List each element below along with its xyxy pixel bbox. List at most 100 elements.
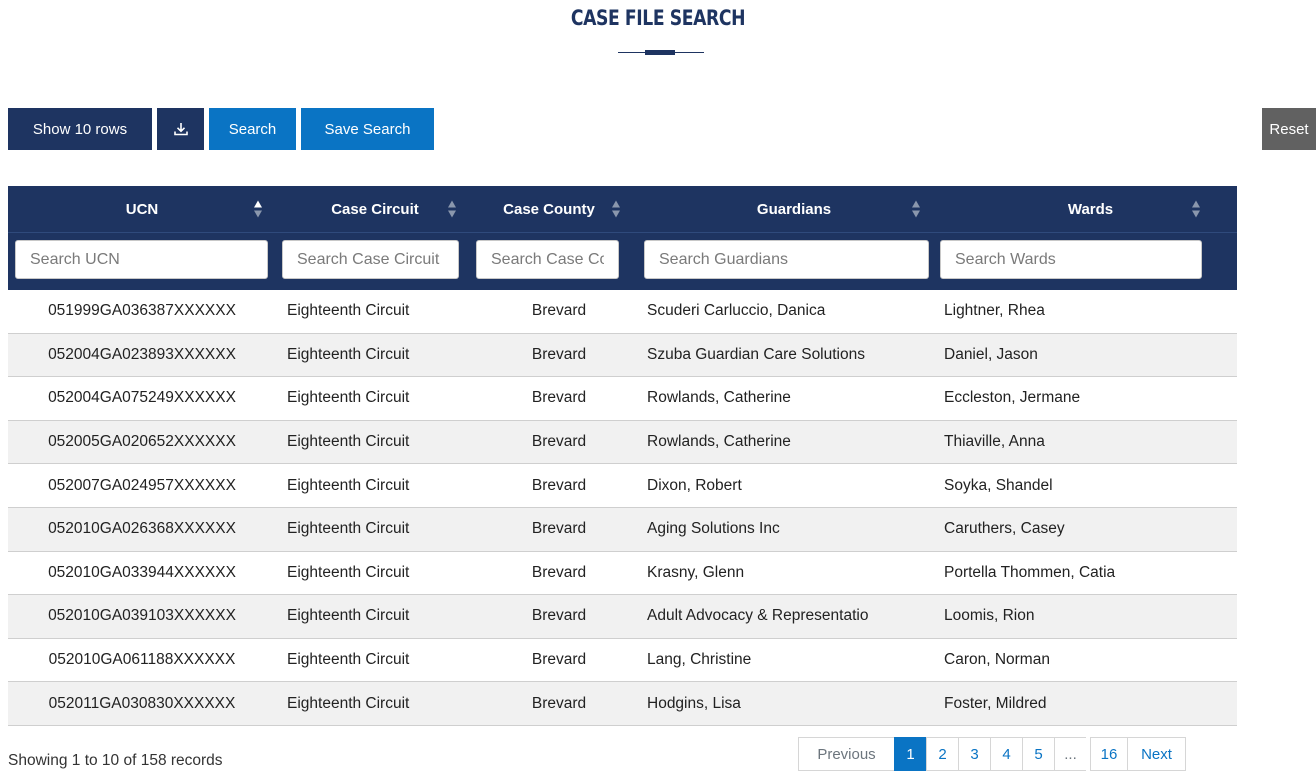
sort-icon <box>612 200 620 218</box>
circuit-cell: Eighteenth Circuit <box>287 694 410 712</box>
ucn-cell: 051999GA036387XXXXXX <box>48 302 236 320</box>
table-header: UCN Case Circuit Case County Guardians W… <box>8 186 1237 232</box>
guardian-cell: Hodgins, Lisa <box>647 694 741 712</box>
ucn-cell: 052010GA033944XXXXXX <box>48 563 236 581</box>
county-cell: Brevard <box>531 651 587 669</box>
next-page-button[interactable]: Next <box>1127 737 1186 771</box>
guardian-cell: Rowlands, Catherine <box>647 433 791 451</box>
search-guardians-input[interactable] <box>644 240 929 279</box>
ward-cell: Caruthers, Casey <box>944 520 1065 538</box>
filter-cell-case-circuit <box>276 233 474 291</box>
ucn-cell: 052007GA024957XXXXXX <box>48 476 236 494</box>
table-row[interactable]: 052005GA020652XXXXXX Eighteenth Circuit Br… <box>8 420 1237 465</box>
ward-cell: Thiaville, Anna <box>944 433 1045 451</box>
case-table: UCN Case Circuit Case County Guardians W… <box>8 186 1237 726</box>
previous-page-button[interactable]: Previous <box>798 737 894 771</box>
filter-cell-guardians <box>644 233 944 291</box>
table-row[interactable]: 052011GA030830XXXXXX Eighteenth Circuit Br… <box>8 682 1237 726</box>
column-header-case-county[interactable]: Case County <box>474 186 644 232</box>
ward-cell: Loomis, Rion <box>944 607 1035 625</box>
ward-cell: Caron, Norman <box>944 651 1050 669</box>
ucn-cell: 052005GA020652XXXXXX <box>48 433 236 451</box>
ucn-cell: 052004GA075249XXXXXX <box>48 389 236 407</box>
sort-icon <box>448 200 456 218</box>
column-header-case-circuit[interactable]: Case Circuit <box>276 186 474 232</box>
county-cell: Brevard <box>531 389 587 407</box>
sort-ascending-icon <box>254 200 262 218</box>
pagination: Previous 1 2 3 4 5 ... 16 Next <box>798 737 1186 771</box>
table-row[interactable]: 052010GA026368XXXXXX Eighteenth Circuit Br… <box>8 507 1237 552</box>
download-icon <box>173 123 188 136</box>
column-header-ucn[interactable]: UCN <box>8 186 276 232</box>
circuit-cell: Eighteenth Circuit <box>287 389 410 407</box>
circuit-cell: Eighteenth Circuit <box>287 520 410 538</box>
column-label: Wards <box>1067 200 1114 218</box>
county-cell: Brevard <box>531 345 587 363</box>
search-wards-input[interactable] <box>940 240 1202 279</box>
circuit-cell: Eighteenth Circuit <box>287 302 410 320</box>
ucn-cell: 052010GA039103XXXXXX <box>48 607 236 625</box>
circuit-cell: Eighteenth Circuit <box>287 607 410 625</box>
table-row[interactable]: 052004GA023893XXXXXX Eighteenth Circuit Br… <box>8 333 1237 378</box>
ward-cell: Lightner, Rhea <box>944 302 1045 320</box>
guardian-cell: Szuba Guardian Care Solutions <box>647 345 865 363</box>
county-cell: Brevard <box>531 694 587 712</box>
county-cell: Brevard <box>531 433 587 451</box>
column-header-guardians[interactable]: Guardians <box>644 186 944 232</box>
column-label: Guardians <box>756 200 832 218</box>
ucn-cell: 052010GA026368XXXXXX <box>48 520 236 538</box>
table-row[interactable]: 052010GA039103XXXXXX Eighteenth Circuit Br… <box>8 595 1237 639</box>
guardian-cell: Krasny, Glenn <box>647 563 745 581</box>
table-row[interactable]: 052010GA061188XXXXXX Eighteenth Circuit Br… <box>8 639 1237 683</box>
ucn-cell: 052011GA030830XXXXXX <box>48 694 236 712</box>
circuit-cell: Eighteenth Circuit <box>287 476 410 494</box>
ward-cell: Portella Thommen, Catia <box>944 563 1116 581</box>
ucn-cell: 052010GA061188XXXXXX <box>48 651 236 669</box>
page-button-2[interactable]: 2 <box>926 737 958 771</box>
page-button-4[interactable]: 4 <box>990 737 1022 771</box>
search-case-county-input[interactable] <box>476 240 619 279</box>
records-info: Showing 1 to 10 of 158 records <box>8 752 223 769</box>
ward-cell: Daniel, Jason <box>944 345 1038 363</box>
table-row[interactable]: 052007GA024957XXXXXX Eighteenth Circuit Br… <box>8 464 1237 508</box>
filter-row <box>8 232 1237 290</box>
page-button-1[interactable]: 1 <box>894 737 926 771</box>
table-row[interactable]: 052004GA075249XXXXXX Eighteenth Circuit Br… <box>8 377 1237 421</box>
filter-cell-ucn <box>8 233 276 291</box>
reset-button[interactable]: Reset <box>1262 108 1316 150</box>
search-case-circuit-input[interactable] <box>282 240 459 279</box>
guardian-cell: Adult Advocacy & Representatio <box>647 607 869 625</box>
show-rows-button[interactable]: Show 10 rows <box>8 108 152 150</box>
circuit-cell: Eighteenth Circuit <box>287 345 410 363</box>
filter-cell-wards <box>940 233 1237 291</box>
guardian-cell: Rowlands, Catherine <box>647 389 791 407</box>
column-label: Case Circuit <box>331 200 419 218</box>
search-button[interactable]: Search <box>209 108 296 150</box>
sort-icon <box>912 200 920 218</box>
circuit-cell: Eighteenth Circuit <box>287 563 410 581</box>
guardian-cell: Dixon, Robert <box>647 476 742 494</box>
toolbar: Show 10 rows Search Save Search <box>8 108 434 150</box>
circuit-cell: Eighteenth Circuit <box>287 651 410 669</box>
sort-icon <box>1192 200 1200 218</box>
download-button[interactable] <box>157 108 204 150</box>
page-title: CASE FILE SEARCH <box>570 6 746 30</box>
save-search-button[interactable]: Save Search <box>301 108 434 150</box>
circuit-cell: Eighteenth Circuit <box>287 433 410 451</box>
search-ucn-input[interactable] <box>15 240 268 279</box>
page-button-5[interactable]: 5 <box>1022 737 1054 771</box>
column-header-wards[interactable]: Wards <box>944 186 1237 232</box>
page-button-3[interactable]: 3 <box>958 737 990 771</box>
county-cell: Brevard <box>531 302 587 320</box>
table-body: 051999GA036387XXXXXX Eighteenth Circuit Br… <box>8 290 1237 726</box>
county-cell: Brevard <box>531 563 587 581</box>
table-row[interactable]: 051999GA036387XXXXXX Eighteenth Circuit Br… <box>8 290 1237 334</box>
ucn-cell: 052004GA023893XXXXXX <box>48 345 236 363</box>
page-button-16[interactable]: 16 <box>1090 737 1127 771</box>
guardian-cell: Aging Solutions Inc <box>647 520 780 538</box>
filter-cell-case-county <box>474 233 644 291</box>
table-row[interactable]: 052010GA033944XXXXXX Eighteenth Circuit Br… <box>8 552 1237 596</box>
ward-cell: Foster, Mildred <box>944 694 1047 712</box>
county-cell: Brevard <box>531 607 587 625</box>
guardian-cell: Lang, Christine <box>647 651 752 669</box>
